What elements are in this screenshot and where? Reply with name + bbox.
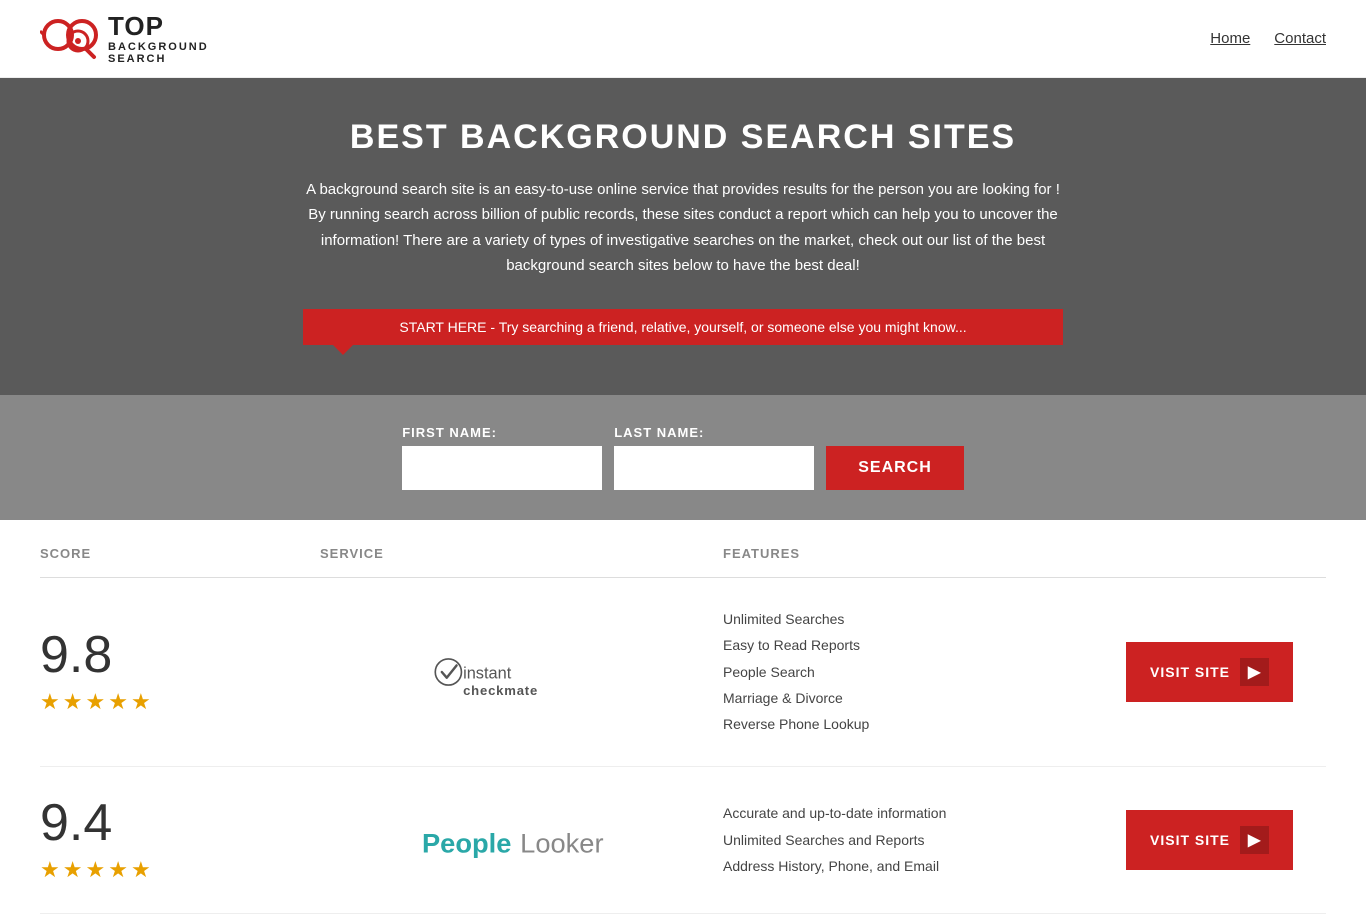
col-score: SCORE	[40, 546, 320, 561]
hero-description: A background search site is an easy-to-u…	[303, 177, 1063, 279]
service-logo-1: instant checkmate	[320, 642, 723, 702]
hero-title: BEST BACKGROUND SEARCH SITES	[20, 118, 1346, 157]
search-banner-text: START HERE - Try searching a friend, rel…	[399, 319, 966, 335]
score-number-1: 9.8	[40, 629, 112, 681]
main-nav: Home Contact	[1210, 30, 1326, 47]
star-2-4: ★	[108, 857, 128, 883]
star-5: ★	[131, 689, 151, 715]
first-name-group: FIRST NAME:	[402, 425, 602, 490]
site-header: TOP BACKGROUNDSEARCH Home Contact	[0, 0, 1366, 78]
arrow-icon-1: ▶	[1240, 658, 1269, 686]
svg-text:Looker: Looker	[520, 827, 603, 858]
feature-1-4: Marriage & Divorce	[723, 687, 1126, 709]
logo-icon	[40, 13, 100, 63]
service-logo-2: People Looker	[320, 810, 723, 870]
feature-2-1: Accurate and up-to-date information	[723, 802, 1126, 824]
visit-cell-2: VISIT SITE ▶	[1126, 810, 1326, 870]
svg-text:checkmate: checkmate	[463, 683, 538, 698]
score-cell-2: 9.4 ★ ★ ★ ★ ★	[40, 797, 320, 883]
search-form: FIRST NAME: LAST NAME: SEARCH	[20, 425, 1346, 490]
checkmate-logo: instant checkmate	[432, 642, 612, 702]
table-row: 9.4 ★ ★ ★ ★ ★ People Looker Accurate and…	[40, 767, 1326, 914]
col-features: FEATURES	[723, 546, 1126, 561]
logo-bottom-text: BACKGROUNDSEARCH	[108, 41, 209, 65]
score-number-2: 9.4	[40, 797, 112, 849]
visit-label-1: VISIT SITE	[1150, 664, 1230, 680]
logo: TOP BACKGROUNDSEARCH	[40, 12, 209, 65]
feature-2-2: Unlimited Searches and Reports	[723, 829, 1126, 851]
nav-contact[interactable]: Contact	[1274, 30, 1326, 47]
table-row: 9.8 ★ ★ ★ ★ ★ instant checkmate Unlimite…	[40, 578, 1326, 767]
first-name-label: FIRST NAME:	[402, 425, 602, 440]
star-2-3: ★	[85, 857, 105, 883]
stars-1: ★ ★ ★ ★ ★	[40, 689, 151, 715]
svg-text:People: People	[422, 827, 511, 858]
logo-text: TOP BACKGROUNDSEARCH	[108, 12, 209, 65]
last-name-input[interactable]	[614, 446, 814, 490]
hero-section: BEST BACKGROUND SEARCH SITES A backgroun…	[0, 78, 1366, 395]
search-form-area: FIRST NAME: LAST NAME: SEARCH	[0, 395, 1366, 520]
col-service: SERVICE	[320, 546, 723, 561]
last-name-group: LAST NAME:	[614, 425, 814, 490]
score-cell-1: 9.8 ★ ★ ★ ★ ★	[40, 629, 320, 715]
first-name-input[interactable]	[402, 446, 602, 490]
visit-button-2[interactable]: VISIT SITE ▶	[1126, 810, 1293, 870]
table-header: SCORE SERVICE FEATURES	[40, 530, 1326, 578]
features-cell-1: Unlimited Searches Easy to Read Reports …	[723, 608, 1126, 736]
visit-label-2: VISIT SITE	[1150, 832, 1230, 848]
results-table: SCORE SERVICE FEATURES 9.8 ★ ★ ★ ★ ★ ins…	[0, 530, 1366, 914]
star-4: ★	[108, 689, 128, 715]
nav-home[interactable]: Home	[1210, 30, 1250, 47]
features-cell-2: Accurate and up-to-date information Unli…	[723, 802, 1126, 877]
last-name-label: LAST NAME:	[614, 425, 814, 440]
star-2-5: ★	[131, 857, 151, 883]
col-action	[1126, 546, 1326, 561]
arrow-icon-2: ▶	[1240, 826, 1269, 854]
feature-2-3: Address History, Phone, and Email	[723, 855, 1126, 877]
svg-text:instant: instant	[463, 664, 512, 682]
feature-1-1: Unlimited Searches	[723, 608, 1126, 630]
star-2: ★	[63, 689, 83, 715]
feature-1-2: Easy to Read Reports	[723, 634, 1126, 656]
star-2-1: ★	[40, 857, 60, 883]
search-banner: START HERE - Try searching a friend, rel…	[303, 309, 1063, 345]
star-2-2: ★	[63, 857, 83, 883]
feature-1-3: People Search	[723, 661, 1126, 683]
star-1: ★	[40, 689, 60, 715]
search-button[interactable]: SEARCH	[826, 446, 964, 490]
feature-1-5: Reverse Phone Lookup	[723, 713, 1126, 735]
stars-2: ★ ★ ★ ★ ★	[40, 857, 151, 883]
peoplelooker-logo: People Looker	[422, 810, 622, 870]
visit-cell-1: VISIT SITE ▶	[1126, 642, 1326, 702]
logo-top-text: TOP	[108, 12, 209, 41]
visit-button-1[interactable]: VISIT SITE ▶	[1126, 642, 1293, 702]
star-3: ★	[85, 689, 105, 715]
